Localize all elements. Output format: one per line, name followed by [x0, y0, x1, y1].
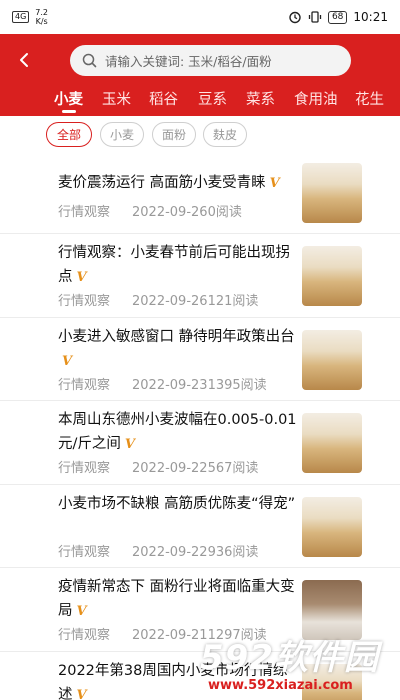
- status-bar: 4G 7.2 K/s 68 10:21: [0, 0, 400, 34]
- vibrate-icon: [308, 11, 322, 23]
- article-title-text: 小麦市场不缺粮 高筋质优陈麦“得宠”: [58, 496, 296, 512]
- watermark: 592软件园 www.592xiazai.com: [160, 630, 400, 700]
- battery-indicator: 68: [327, 10, 348, 24]
- filter-all[interactable]: 全部: [46, 122, 92, 147]
- article-source: 行情观察: [58, 461, 111, 476]
- list-item[interactable]: 小麦进入敏感窗口 静待明年政策出台 V 行情观察 2022-09-231395阅读: [0, 318, 400, 401]
- tab-wheat[interactable]: 小麦: [54, 88, 83, 109]
- tab-edible-oil[interactable]: 食用油: [294, 88, 338, 109]
- article-thumbnail: [302, 413, 362, 473]
- article-source: 行情观察: [58, 205, 111, 220]
- search-placeholder: 请输入关键词: 玉米/稻谷/面粉: [105, 54, 272, 69]
- article-thumbnail: [302, 246, 362, 306]
- article-reads: 0阅读: [207, 205, 242, 220]
- tab-beans[interactable]: 豆系: [198, 88, 227, 109]
- article-meta: 行情观察 2022-09-22936阅读: [58, 541, 258, 560]
- header: 请输入关键词: 玉米/稻谷/面粉 小麦 玉米 稻谷 豆系 菜系 食用油 花生: [0, 34, 400, 116]
- status-left: 4G 7.2 K/s: [12, 8, 48, 26]
- article-source: 行情观察: [58, 628, 111, 643]
- article-title: 本周山东德州小麦波幅在0.005-0.01元/斤之间 V: [58, 408, 298, 457]
- search-input[interactable]: 请输入关键词: 玉米/稻谷/面粉: [70, 45, 351, 76]
- list-item[interactable]: 小麦市场不缺粮 高筋质优陈麦“得宠” 行情观察 2022-09-22936阅读: [0, 485, 400, 568]
- article-title-text: 本周山东德州小麦波幅在0.005-0.01元/斤之间: [58, 412, 297, 452]
- article-title: 行情观察：小麦春节前后可能出现拐点 V: [58, 241, 298, 290]
- chevron-left-icon: [20, 53, 28, 67]
- status-right: 68 10:21: [288, 10, 388, 24]
- article-meta: 行情观察 2022-09-22567阅读: [58, 457, 258, 476]
- article-title: 小麦进入敏感窗口 静待明年政策出台 V: [58, 325, 298, 374]
- article-title-text: 疫情新常态下 面粉行业将面临重大变局: [58, 579, 295, 619]
- article-meta: 行情观察 2022-09-260阅读: [58, 201, 242, 220]
- verified-mark: V: [269, 176, 280, 191]
- category-tabs: 小麦 玉米 稻谷 豆系 菜系 食用油 花生: [0, 86, 400, 116]
- article-reads: 121阅读: [207, 294, 259, 309]
- filter-bran[interactable]: 麸皮: [203, 122, 247, 147]
- article-reads: 1395阅读: [207, 378, 267, 393]
- watermark-brand: 592软件园: [200, 638, 379, 678]
- tab-peanut[interactable]: 花生: [355, 88, 384, 109]
- article-title: 疫情新常态下 面粉行业将面临重大变局 V: [58, 575, 298, 624]
- article-thumbnail: [302, 497, 362, 557]
- article-source: 行情观察: [58, 378, 111, 393]
- tab-active-indicator: [62, 110, 76, 113]
- tab-rice[interactable]: 稻谷: [149, 88, 178, 109]
- article-title-text: 麦价震荡运行 高面筋小麦受青睐: [58, 175, 266, 191]
- verified-mark: V: [76, 604, 87, 619]
- article-title: 麦价震荡运行 高面筋小麦受青睐 V: [58, 171, 298, 196]
- filter-chips: 全部 小麦 面粉 麸皮: [0, 122, 400, 148]
- article-meta: 行情观察 2022-09-26121阅读: [58, 290, 258, 309]
- article-title-text: 行情观察：小麦春节前后可能出现拐点: [58, 245, 290, 285]
- article-source: 行情观察: [58, 545, 111, 560]
- verified-mark: V: [76, 688, 87, 700]
- network-speed-value: 7.2: [35, 8, 49, 17]
- article-source: 行情观察: [58, 294, 111, 309]
- list-item[interactable]: 行情观察：小麦春节前后可能出现拐点 V 行情观察 2022-09-26121阅读: [0, 234, 400, 318]
- article-list: 麦价震荡运行 高面筋小麦受青睐 V 行情观察 2022-09-260阅读 行情观察：…: [0, 151, 400, 700]
- tab-corn[interactable]: 玉米: [102, 88, 131, 109]
- filter-flour[interactable]: 面粉: [152, 122, 196, 147]
- list-item[interactable]: 本周山东德州小麦波幅在0.005-0.01元/斤之间 V 行情观察 2022-09-…: [0, 401, 400, 485]
- verified-mark: V: [124, 437, 135, 452]
- article-title-text: 小麦进入敏感窗口 静待明年政策出台: [58, 329, 295, 345]
- tab-vegetables[interactable]: 菜系: [246, 88, 275, 109]
- article-date: 2022-09-22: [132, 545, 208, 560]
- article-thumbnail: [302, 330, 362, 390]
- signal-indicator: 4G: [12, 11, 30, 23]
- watermark-url: www.592xiazai.com: [208, 678, 353, 693]
- back-button[interactable]: [10, 42, 38, 78]
- clock: 10:21: [353, 10, 388, 24]
- article-reads: 567阅读: [207, 461, 259, 476]
- search-icon: [82, 53, 97, 68]
- alarm-icon: [289, 11, 301, 24]
- filter-wheat[interactable]: 小麦: [100, 122, 144, 147]
- article-reads: 936阅读: [207, 545, 259, 560]
- article-title: 小麦市场不缺粮 高筋质优陈麦“得宠”: [58, 492, 298, 517]
- network-speed: 7.2 K/s: [35, 8, 48, 26]
- article-date: 2022-09-23: [132, 378, 208, 393]
- article-date: 2022-09-26: [132, 294, 208, 309]
- article-meta: 行情观察 2022-09-231395阅读: [58, 374, 267, 393]
- network-speed-unit: K/s: [35, 17, 48, 26]
- list-item[interactable]: 麦价震荡运行 高面筋小麦受青睐 V 行情观察 2022-09-260阅读: [0, 151, 400, 234]
- article-date: 2022-09-26: [132, 205, 208, 220]
- verified-mark: V: [62, 354, 73, 369]
- article-date: 2022-09-22: [132, 461, 208, 476]
- verified-mark: V: [76, 270, 87, 285]
- article-thumbnail: [302, 163, 362, 223]
